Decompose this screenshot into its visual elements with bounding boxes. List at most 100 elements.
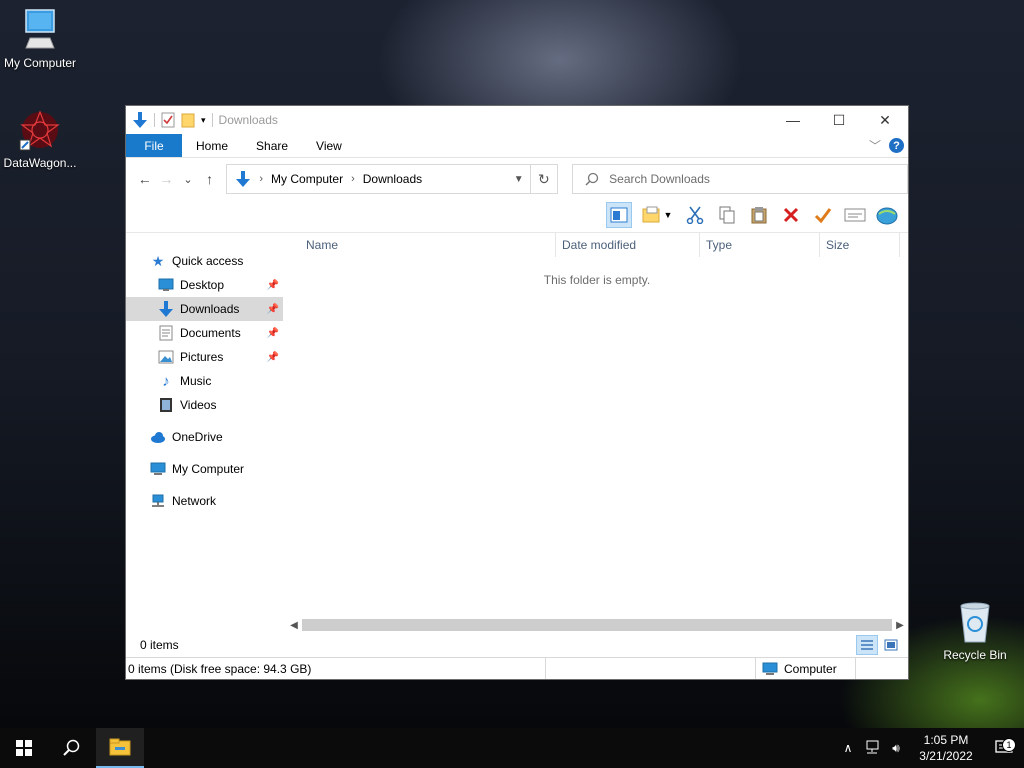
customize-qat-icon[interactable]: ▾ bbox=[201, 115, 206, 126]
nav-label: Desktop bbox=[180, 278, 225, 292]
pin-icon[interactable]: 📌 bbox=[267, 352, 279, 363]
large-icons-view-icon bbox=[884, 639, 898, 651]
clock-date: 3/21/2022 bbox=[919, 749, 973, 763]
window-title: Downloads bbox=[218, 113, 278, 127]
nav-label: Network bbox=[172, 494, 217, 508]
network-globe-button[interactable] bbox=[874, 202, 900, 228]
status-location-label: Computer bbox=[784, 661, 837, 676]
desktop-icon-my-computer[interactable]: My Computer bbox=[0, 8, 80, 70]
large-icons-view-button[interactable] bbox=[880, 635, 902, 655]
nav-my-computer[interactable]: My Computer bbox=[126, 457, 283, 481]
nav-documents[interactable]: Documents 📌 bbox=[126, 321, 283, 345]
desktop-icon-recycle-bin[interactable]: Recycle Bin bbox=[935, 600, 1015, 662]
pin-icon[interactable]: 📌 bbox=[267, 328, 279, 339]
address-bar[interactable]: › My Computer › Downloads ▼ bbox=[226, 164, 531, 194]
search-icon bbox=[63, 739, 80, 756]
chevron-down-icon[interactable]: ▼ bbox=[508, 174, 530, 185]
column-header-type[interactable]: Type bbox=[700, 233, 820, 257]
expand-ribbon-icon[interactable]: ﹀ bbox=[869, 137, 881, 154]
cut-button[interactable] bbox=[682, 202, 708, 228]
start-button[interactable] bbox=[0, 728, 48, 768]
scrollbar-thumb[interactable] bbox=[302, 619, 892, 631]
paste-button[interactable] bbox=[746, 202, 772, 228]
nav-onedrive[interactable]: OneDrive bbox=[126, 425, 283, 449]
download-arrow-icon bbox=[133, 112, 147, 128]
search-input[interactable]: Search Downloads bbox=[572, 164, 909, 194]
up-button[interactable]: ↑ bbox=[199, 168, 221, 190]
delete-button[interactable] bbox=[778, 202, 804, 228]
breadcrumb-downloads[interactable]: Downloads bbox=[363, 172, 422, 186]
tab-share[interactable]: Share bbox=[242, 134, 302, 157]
chevron-right-icon[interactable]: › bbox=[351, 173, 355, 185]
properties-button[interactable] bbox=[842, 202, 868, 228]
taskbar-file-explorer[interactable] bbox=[96, 728, 144, 768]
breadcrumb-my-computer[interactable]: My Computer bbox=[271, 172, 343, 186]
checkmark-icon bbox=[814, 208, 832, 224]
horizontal-scrollbar[interactable]: ◀ ▶ bbox=[286, 617, 908, 633]
column-header-name[interactable]: Name bbox=[300, 233, 556, 257]
maximize-button[interactable]: ☐ bbox=[816, 106, 862, 134]
file-list: Name Date modified Type Size This folder… bbox=[140, 233, 908, 657]
nav-pictures[interactable]: Pictures 📌 bbox=[126, 345, 283, 369]
separator bbox=[211, 113, 213, 127]
desktop-icon-label: DataWagon... bbox=[3, 156, 77, 170]
preview-pane-icon bbox=[610, 207, 628, 223]
column-header-size[interactable]: Size bbox=[820, 233, 900, 257]
empty-folder-message: This folder is empty. bbox=[543, 273, 651, 287]
chevron-up-icon[interactable]: ∧ bbox=[836, 741, 860, 755]
clock-time: 1:05 PM bbox=[923, 733, 969, 747]
network-icon bbox=[150, 493, 166, 509]
new-folder-icon[interactable] bbox=[181, 112, 195, 128]
scissors-icon bbox=[686, 206, 704, 224]
view-options-button[interactable]: ▼ bbox=[638, 202, 676, 228]
forward-button[interactable]: → bbox=[156, 168, 178, 190]
file-explorer-icon bbox=[109, 738, 131, 756]
refresh-button[interactable]: ↻ bbox=[530, 164, 559, 194]
rename-button[interactable] bbox=[810, 202, 836, 228]
nav-music[interactable]: ♪ Music bbox=[126, 369, 283, 393]
nav-videos[interactable]: Videos bbox=[126, 393, 283, 417]
nav-quick-access[interactable]: ★ Quick access bbox=[126, 249, 283, 273]
column-header-date-modified[interactable]: Date modified bbox=[556, 233, 700, 257]
minimize-button[interactable]: — bbox=[770, 106, 816, 134]
nav-desktop[interactable]: Desktop 📌 bbox=[126, 273, 283, 297]
videos-icon bbox=[158, 397, 174, 413]
search-button[interactable] bbox=[48, 728, 96, 768]
volume-icon[interactable]: 🔊︎ bbox=[884, 741, 908, 756]
nav-network[interactable]: Network bbox=[126, 489, 283, 513]
back-button[interactable]: ← bbox=[134, 168, 156, 190]
scroll-right-icon[interactable]: ▶ bbox=[892, 620, 908, 631]
tab-home[interactable]: Home bbox=[182, 134, 242, 157]
pin-icon[interactable]: 📌 bbox=[267, 304, 279, 315]
datawagon-icon bbox=[19, 110, 60, 151]
nav-downloads[interactable]: Downloads 📌 bbox=[126, 297, 283, 321]
tab-view[interactable]: View bbox=[302, 134, 356, 157]
network-tray-icon[interactable] bbox=[860, 740, 884, 757]
recycle-bin-icon bbox=[960, 602, 990, 643]
help-button[interactable]: ? bbox=[889, 138, 904, 153]
preview-pane-button[interactable] bbox=[606, 202, 632, 228]
scroll-left-icon[interactable]: ◀ bbox=[286, 620, 302, 631]
clock[interactable]: 1:05 PM 3/21/2022 bbox=[908, 732, 984, 764]
desktop-icon-datawagon[interactable]: DataWagon... bbox=[0, 108, 80, 170]
quick-access-toolbar: ▾ bbox=[132, 111, 213, 129]
nav-label: Pictures bbox=[180, 350, 224, 364]
chevron-right-icon[interactable]: › bbox=[259, 173, 263, 185]
recent-locations-button[interactable]: ⌄ bbox=[177, 168, 199, 190]
nav-label: My Computer bbox=[172, 462, 245, 476]
close-button[interactable]: ✕ bbox=[862, 106, 908, 134]
details-view-button[interactable] bbox=[856, 635, 878, 655]
column-headers: Name Date modified Type Size bbox=[286, 233, 908, 257]
copy-button[interactable] bbox=[714, 202, 740, 228]
action-center-button[interactable]: 1 bbox=[984, 738, 1024, 756]
command-toolbar: ▼ bbox=[126, 200, 908, 230]
star-icon: ★ bbox=[151, 252, 165, 269]
properties-card-icon bbox=[844, 208, 866, 222]
pin-icon[interactable]: 📌 bbox=[267, 280, 279, 291]
pictures-icon bbox=[158, 349, 174, 365]
properties-icon[interactable] bbox=[161, 112, 175, 128]
status-disk-info: 0 items (Disk free space: 94.3 GB) bbox=[126, 658, 546, 679]
nav-label: Downloads bbox=[180, 302, 240, 316]
tab-file[interactable]: File bbox=[126, 134, 182, 157]
desktop-icon-label: Recycle Bin bbox=[943, 648, 1007, 662]
